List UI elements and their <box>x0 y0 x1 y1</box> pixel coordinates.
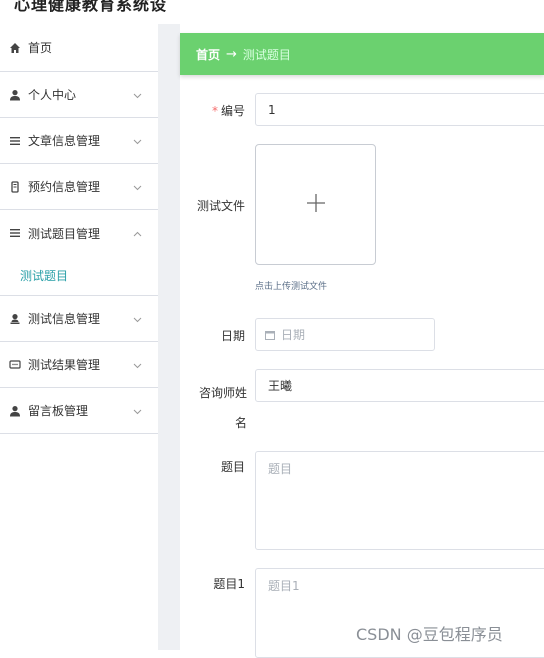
sidebar-item-test-info[interactable]: 测试信息管理 <box>0 296 158 342</box>
chevron-down-icon <box>133 358 142 372</box>
date-input[interactable]: 日期 <box>255 318 435 351</box>
breadcrumb-home[interactable]: 首页 <box>196 46 220 63</box>
sidebar-item-appointments[interactable]: 预约信息管理 <box>0 164 158 210</box>
breadcrumb: 首页 → 测试题目 <box>180 33 544 75</box>
required-mark: * <box>211 104 218 118</box>
watermark: CSDN @豆包程序员 <box>356 625 503 644</box>
sidebar-item-label: 预约信息管理 <box>28 180 101 194</box>
question-label: 题目 <box>220 460 245 474</box>
question-form: * 编号 1 测试文件 点击上传测试文件 日期 日期 咨询师姓 名 王曦 题目 题… <box>180 80 544 658</box>
sidebar-item-test-questions[interactable]: 测试题目管理 <box>0 210 158 256</box>
chevron-down-icon <box>133 180 142 194</box>
upload-hint: 点击上传测试文件 <box>255 282 328 292</box>
question1-placeholder: 题目1 <box>268 579 300 593</box>
breadcrumb-current: 测试题目 <box>242 47 291 62</box>
content-gutter <box>158 24 180 650</box>
sidebar-item-label: 测试题目管理 <box>28 226 101 241</box>
sidebar-item-label: 文章信息管理 <box>28 134 101 148</box>
date-label: 日期 <box>220 329 245 343</box>
counselor-name-input[interactable]: 王曦 <box>255 369 544 402</box>
message-icon <box>8 358 22 372</box>
chevron-down-icon <box>133 312 142 326</box>
calendar-icon <box>265 330 275 340</box>
counselor-name-value: 王曦 <box>268 379 293 393</box>
chevron-down-icon <box>133 134 142 148</box>
list-icon <box>8 134 22 148</box>
sidebar-item-test-results[interactable]: 测试结果管理 <box>0 342 158 388</box>
sidebar-item-label: 测试结果管理 <box>28 358 101 372</box>
id-input[interactable]: 1 <box>255 93 544 126</box>
home-icon <box>8 41 22 55</box>
id-value: 1 <box>268 102 276 117</box>
sidebar-item-articles[interactable]: 文章信息管理 <box>0 118 158 164</box>
sidebar-item-label: 首页 <box>28 41 53 55</box>
sidebar-item-label: 测试信息管理 <box>28 312 101 326</box>
test-file-label: 测试文件 <box>196 199 245 213</box>
document-icon <box>8 180 22 194</box>
question-placeholder: 题目 <box>268 462 293 476</box>
file-upload-box[interactable] <box>255 144 376 265</box>
sidebar-item-label: 个人中心 <box>28 88 77 102</box>
question-textarea[interactable]: 题目 <box>255 451 544 550</box>
sidebar: 首页 个人中心 文章信息管理 预约信息管理 测试题目管理 测试题目 测试信息管理… <box>0 24 158 650</box>
sidebar-item-home[interactable]: 首页 <box>0 24 158 72</box>
sidebar-item-label: 留言板管理 <box>28 404 89 418</box>
sidebar-item-profile[interactable]: 个人中心 <box>0 72 158 118</box>
person-icon <box>8 312 22 326</box>
person-icon <box>8 404 22 418</box>
date-placeholder: 日期 <box>281 328 306 342</box>
question1-label: 题目1 <box>213 577 245 591</box>
id-label: * 编号 <box>211 104 245 118</box>
chevron-up-icon <box>133 226 142 240</box>
breadcrumb-separator: → <box>226 46 237 62</box>
chevron-down-icon <box>133 404 142 418</box>
sidebar-item-message-board[interactable]: 留言板管理 <box>0 388 158 434</box>
plus-icon <box>305 192 327 218</box>
submenu-item-test-questions[interactable]: 测试题目 <box>0 256 158 296</box>
chevron-down-icon <box>133 88 142 102</box>
person-icon <box>8 88 22 102</box>
counselor-name-label: 咨询师姓 名 <box>198 386 247 430</box>
app-title: 心理健康教育系统设 <box>14 0 168 14</box>
list-icon <box>8 226 22 240</box>
